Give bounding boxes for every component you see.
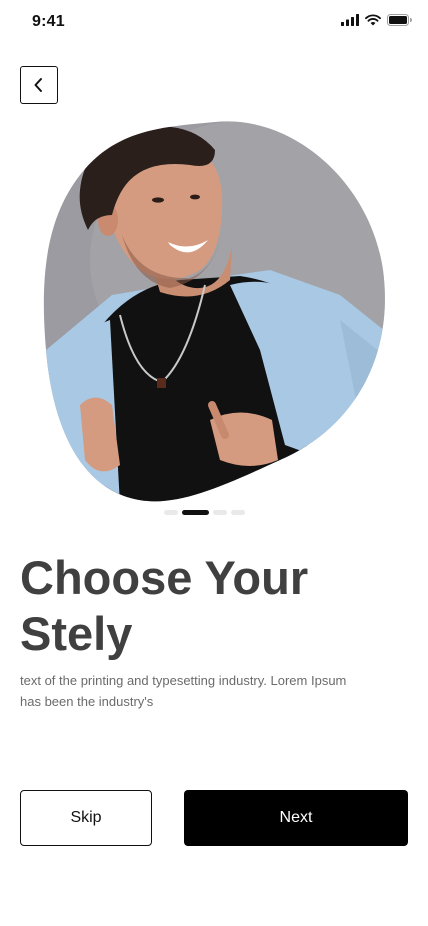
pager-dot[interactable] <box>213 510 227 515</box>
pager-dot[interactable] <box>164 510 178 515</box>
cellular-signal-icon <box>341 14 359 26</box>
status-time: 9:41 <box>32 13 65 30</box>
status-bar: 9:41 <box>0 0 428 44</box>
onboarding-title: Choose Your Stely <box>20 551 309 660</box>
skip-button[interactable]: Skip <box>20 790 152 846</box>
onboarding-description: text of the printing and typesetting ind… <box>20 673 347 709</box>
chevron-left-icon <box>34 78 42 92</box>
pager-indicator <box>164 510 245 515</box>
wifi-icon <box>365 14 381 26</box>
next-button[interactable]: Next <box>184 790 408 846</box>
back-button[interactable] <box>20 66 58 104</box>
hero-model-image <box>43 121 385 502</box>
battery-icon <box>387 14 412 26</box>
pager-dot-active[interactable] <box>182 510 209 515</box>
pager-dot[interactable] <box>231 510 245 515</box>
status-icons <box>341 14 412 26</box>
